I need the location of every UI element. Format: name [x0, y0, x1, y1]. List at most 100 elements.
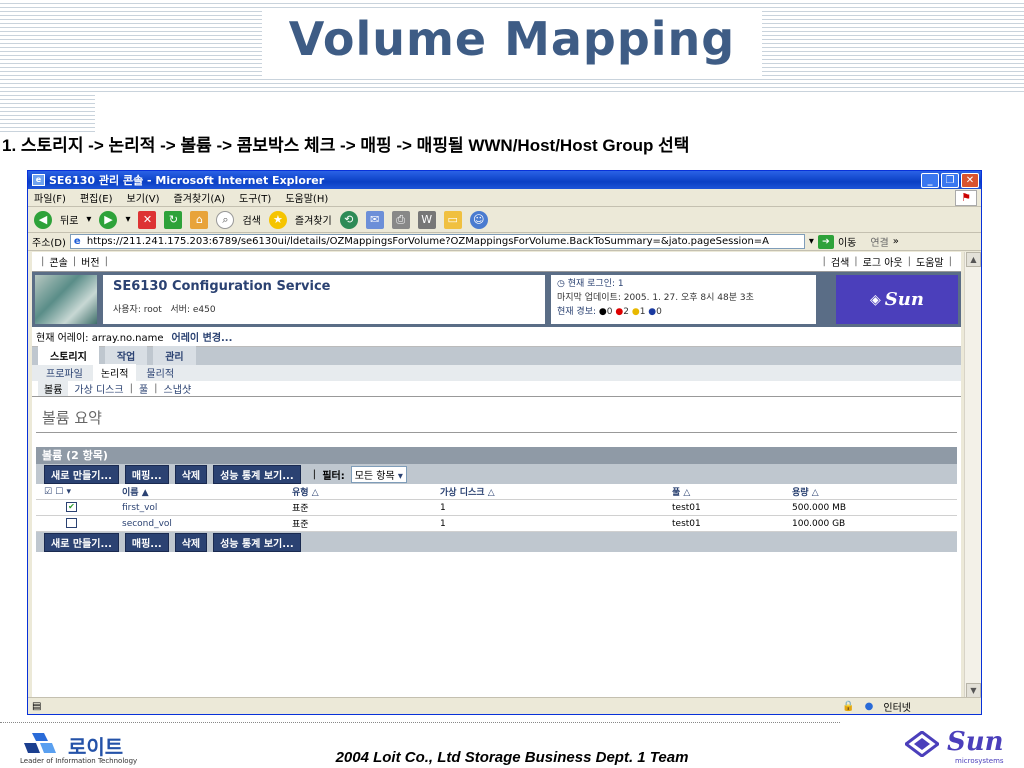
major-alert-count[interactable]: 2	[623, 307, 629, 317]
links-chevron-icon[interactable]: »	[893, 236, 899, 247]
table-row: ✔ first_vol 표준 1 test01 500.000 MB	[36, 500, 957, 516]
delete-button[interactable]: 삭제	[174, 532, 208, 552]
favorites-button[interactable]: 즐겨찾기	[295, 212, 332, 227]
map-button[interactable]: 매핑...	[124, 532, 169, 552]
tab-snapshots[interactable]: 스냅샷	[164, 381, 192, 396]
top-links: | 콘솔 | 버전 | | 검색 | 로그 아웃 | 도움말 |	[32, 252, 961, 272]
links-button[interactable]: 연결	[870, 234, 888, 249]
service-title: SE6130 Configuration Service	[113, 279, 331, 294]
favorites-star-icon[interactable]: ★	[268, 210, 287, 229]
address-input[interactable]: https://211.241.175.203:6789/se6130ui/ld…	[69, 234, 805, 249]
filter-label: 필터:	[322, 470, 345, 482]
mail-icon[interactable]: ✉	[365, 210, 384, 229]
status-zone: 🔒 ● 인터넷	[842, 699, 981, 714]
search-button[interactable]: 검색	[242, 212, 260, 227]
sun-brand-logo: ◈ Sun	[836, 275, 958, 324]
edit-icon[interactable]: W	[417, 210, 436, 229]
new-button[interactable]: 새로 만들기...	[44, 464, 119, 484]
sort-icon: △	[487, 488, 495, 498]
column-pool[interactable]: 풀 △	[666, 485, 786, 498]
scroll-up-icon[interactable]: ▲	[966, 252, 981, 267]
filter-select[interactable]: 모든 항목	[350, 465, 407, 483]
menu-tools[interactable]: 도구(T)	[239, 190, 271, 205]
refresh-icon[interactable]: ↻	[164, 210, 183, 229]
column-type[interactable]: 유형 △	[286, 485, 434, 498]
primary-tabs: 스토리지 작업 관리	[32, 346, 961, 365]
console-link[interactable]: 콘솔	[49, 254, 67, 269]
tab-pools[interactable]: 풀	[139, 381, 148, 396]
deselect-all-icon[interactable]: ☐	[55, 487, 63, 497]
back-dropdown-icon[interactable]: ▾	[86, 214, 91, 225]
footer-text: 2004 Loit Co., Ltd Storage Business Dept…	[335, 749, 689, 766]
performance-stats-button[interactable]: 성능 통계 보기...	[213, 532, 301, 552]
help-link[interactable]: 도움말	[916, 254, 944, 269]
vertical-scrollbar[interactable]: ▲ ▼	[964, 252, 981, 698]
search-icon[interactable]: ⌕	[216, 210, 235, 229]
volume-name-link[interactable]: first_vol	[116, 503, 286, 513]
scroll-down-icon[interactable]: ▼	[966, 683, 981, 698]
performance-stats-button[interactable]: 성능 통계 보기...	[213, 464, 301, 484]
last-update: 마지막 업데이트: 2005. 1. 27. 오후 8시 48분 3초	[557, 293, 754, 303]
tab-logical[interactable]: 논리적	[92, 364, 137, 381]
menu-favorites[interactable]: 즐겨찾기(A)	[174, 190, 225, 205]
history-icon[interactable]: ⟲	[339, 210, 358, 229]
tab-physical[interactable]: 물리적	[138, 364, 182, 381]
delete-button[interactable]: 삭제	[174, 464, 208, 484]
row-checkbox[interactable]	[66, 518, 77, 529]
window-title: SE6130 관리 콘솔 - Microsoft Internet Explor…	[49, 174, 325, 187]
slide-title: Volume Mapping	[288, 12, 736, 66]
back-button[interactable]: 뒤로	[60, 212, 78, 227]
home-icon[interactable]: ⌂	[190, 210, 209, 229]
select-menu-icon[interactable]: ▾	[66, 487, 71, 497]
sun-word: Sun	[947, 727, 1004, 757]
stop-icon[interactable]: ✕	[138, 210, 157, 229]
tab-storage[interactable]: 스토리지	[38, 346, 99, 365]
logout-link[interactable]: 로그 아웃	[863, 254, 903, 269]
tab-volumes[interactable]: 볼륨	[38, 381, 69, 396]
folder-icon[interactable]: ▭	[443, 210, 462, 229]
close-icon[interactable]: ✕	[961, 172, 979, 188]
version-link[interactable]: 버전	[81, 254, 99, 269]
column-name[interactable]: 이름 ▲	[116, 485, 286, 498]
minor-alert-count[interactable]: 1	[640, 307, 646, 317]
column-capacity[interactable]: 용량 △	[786, 485, 957, 498]
tab-profile[interactable]: 프로파일	[38, 364, 91, 381]
forward-arrow-icon[interactable]: ▶	[99, 210, 118, 229]
tab-admin[interactable]: 관리	[153, 346, 196, 365]
go-button[interactable]: 이동	[838, 234, 856, 249]
address-dropdown-icon[interactable]: ▾	[809, 236, 814, 247]
left-stripes	[0, 92, 95, 132]
window-titlebar[interactable]: e SE6130 관리 콘솔 - Microsoft Internet Expl…	[28, 171, 981, 189]
change-array-button[interactable]: 어레이 변경...	[172, 329, 233, 344]
print-icon[interactable]: ⎙	[391, 210, 410, 229]
tab-virtual-disks[interactable]: 가상 디스크	[74, 381, 123, 396]
back-arrow-icon[interactable]: ◀	[34, 210, 52, 229]
minimize-icon[interactable]: _	[921, 172, 939, 188]
volume-name-link[interactable]: second_vol	[116, 519, 286, 529]
select-column: ☑ ☐ ▾	[36, 487, 116, 497]
tab-jobs[interactable]: 작업	[104, 346, 148, 365]
down-alert-count[interactable]: 0	[656, 307, 662, 317]
footer-divider	[0, 722, 840, 723]
row-checkbox[interactable]: ✔	[66, 502, 77, 513]
sun-diamond-icon: ◈	[870, 291, 881, 308]
search-link[interactable]: 검색	[831, 254, 849, 269]
menu-view[interactable]: 보기(V)	[127, 190, 160, 205]
menu-edit[interactable]: 편집(E)	[80, 190, 113, 205]
go-arrow-icon[interactable]: ➔	[817, 234, 834, 249]
sort-asc-icon: ▲	[141, 488, 149, 498]
menu-help[interactable]: 도움말(H)	[285, 190, 328, 205]
restore-icon[interactable]: ❐	[941, 172, 959, 188]
internet-icon: ●	[864, 700, 874, 712]
map-button[interactable]: 매핑...	[124, 464, 169, 484]
step-instruction: 1. 스토리지 -> 논리적 -> 볼륨 -> 콤보박스 체크 -> 매핑 ->…	[2, 136, 690, 155]
table-header: ☑ ☐ ▾ 이름 ▲ 유형 △ 가상 디스크 △ 풀 △ 용량 △	[36, 484, 957, 500]
column-virtual-disk[interactable]: 가상 디스크 △	[434, 485, 666, 498]
critical-alert-count[interactable]: 0	[607, 307, 613, 317]
menu-file[interactable]: 파일(F)	[34, 190, 66, 205]
table-row: second_vol 표준 1 test01 100.000 GB	[36, 516, 957, 532]
select-all-icon[interactable]: ☑	[44, 487, 52, 497]
messenger-icon[interactable]: ☺	[469, 210, 488, 229]
new-button[interactable]: 새로 만들기...	[44, 532, 119, 552]
forward-dropdown-icon[interactable]: ▾	[125, 214, 130, 225]
